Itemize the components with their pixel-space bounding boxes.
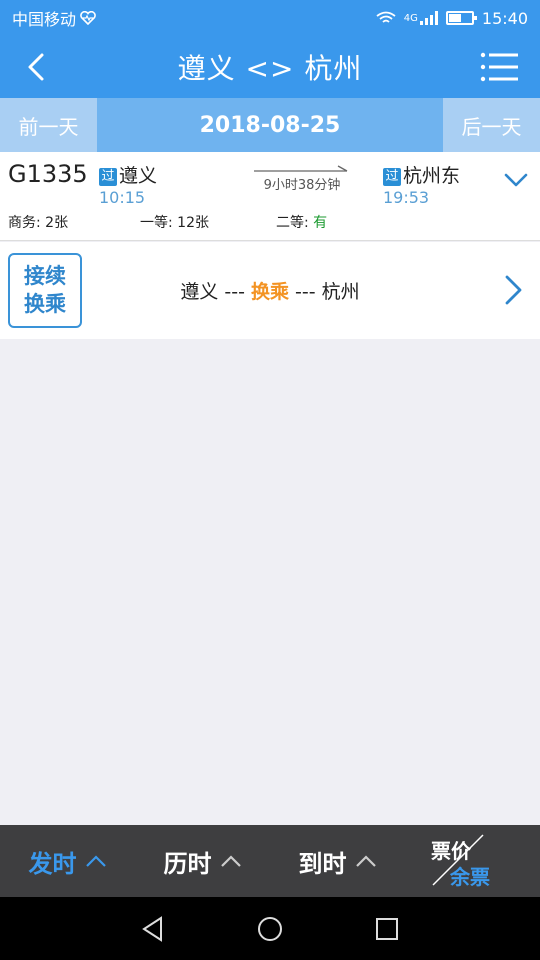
from-station-group: 过遵义 <box>99 161 157 188</box>
sort-bar: 发时 历时 到时 票价 余票 <box>0 825 540 897</box>
seat-label: 二等: <box>276 215 314 231</box>
signal-icon <box>419 11 438 25</box>
system-nav-bar <box>0 897 540 960</box>
date-bar: 前一天 2018-08-25 后一天 <box>0 98 540 152</box>
pass-badge: 过 <box>383 168 401 186</box>
page-title: 遵义 <> 杭州 <box>177 52 363 85</box>
sort-duration-label: 历时 <box>163 849 212 878</box>
arrow-right-icon <box>254 165 348 172</box>
next-day-button[interactable]: 后一天 <box>443 98 540 152</box>
transfer-row[interactable]: 接续 换乘 遵义 --- 换乘 --- 杭州 <box>0 242 540 339</box>
route-to: --- 杭州 <box>289 281 360 303</box>
chevron-right-icon[interactable] <box>498 274 528 306</box>
menu-icon[interactable] <box>480 50 520 84</box>
carrier-group: 中国移动 <box>12 6 96 30</box>
nav-bar: 遵义 <> 杭州 <box>0 36 540 98</box>
seat-first-class: 一等: 12张 <box>140 212 209 232</box>
recents-square-icon[interactable] <box>375 917 399 941</box>
seat-business: 商务: 2张 <box>8 212 68 232</box>
seat-value: 有 <box>313 215 328 231</box>
train-row[interactable]: G1335 过遵义 10:15 9小时38分钟 过杭州东 19:53 商务: 2… <box>0 152 540 241</box>
chevron-down-icon[interactable] <box>502 166 530 194</box>
home-circle-icon[interactable] <box>257 916 283 942</box>
transfer-route: 遵义 --- 换乘 --- 杭州 <box>0 277 540 304</box>
sort-duration-button[interactable]: 历时 <box>135 825 270 897</box>
network-type: 4G <box>403 12 418 24</box>
chevron-up-icon <box>355 855 376 867</box>
status-bar: 中国移动 4G 15:40 <box>0 0 540 36</box>
sort-arrive-button[interactable]: 到时 <box>270 825 405 897</box>
remain-label: 余票 <box>450 865 490 889</box>
chevron-up-icon <box>85 855 106 867</box>
sort-depart-button[interactable]: 发时 <box>0 825 135 897</box>
carrier-name: 中国移动 <box>12 10 77 29</box>
depart-time: 10:15 <box>99 188 146 207</box>
price-label: 票价 <box>431 839 471 863</box>
seat-label: 商务: <box>8 215 46 231</box>
route-transfer: 换乘 <box>250 281 289 303</box>
train-code: G1335 <box>8 160 88 188</box>
battery-icon <box>445 11 477 25</box>
clock: 15:40 <box>481 8 528 28</box>
selected-date[interactable]: 2018-08-25 <box>97 113 443 138</box>
seat-value: 2张 <box>45 215 69 231</box>
duration-text: 9小时38分钟 <box>263 178 341 193</box>
seat-label: 一等: <box>140 215 178 231</box>
to-station: 杭州东 <box>403 165 461 187</box>
arrive-time: 19:53 <box>383 188 430 207</box>
sort-depart-label: 发时 <box>28 849 77 878</box>
route-from: 遵义 --- <box>180 281 251 303</box>
prev-day-button[interactable]: 前一天 <box>0 98 97 152</box>
wifi-icon <box>376 11 396 23</box>
pass-badge: 过 <box>99 168 117 186</box>
to-station-group: 过杭州东 <box>383 161 460 188</box>
back-icon[interactable] <box>20 50 54 84</box>
seat-value: 12张 <box>177 215 209 231</box>
seat-second-class: 二等: 有 <box>276 212 327 232</box>
from-station: 遵义 <box>119 165 158 187</box>
back-triangle-icon[interactable] <box>141 915 165 942</box>
status-right: 4G 15:40 <box>376 9 528 28</box>
sort-arrive-label: 到时 <box>298 849 347 878</box>
duration-group: 9小时38分钟 <box>252 164 352 193</box>
heart-icon <box>80 11 96 25</box>
sort-price-remain-button[interactable]: 票价 余票 <box>405 825 540 897</box>
chevron-up-icon <box>220 855 241 867</box>
